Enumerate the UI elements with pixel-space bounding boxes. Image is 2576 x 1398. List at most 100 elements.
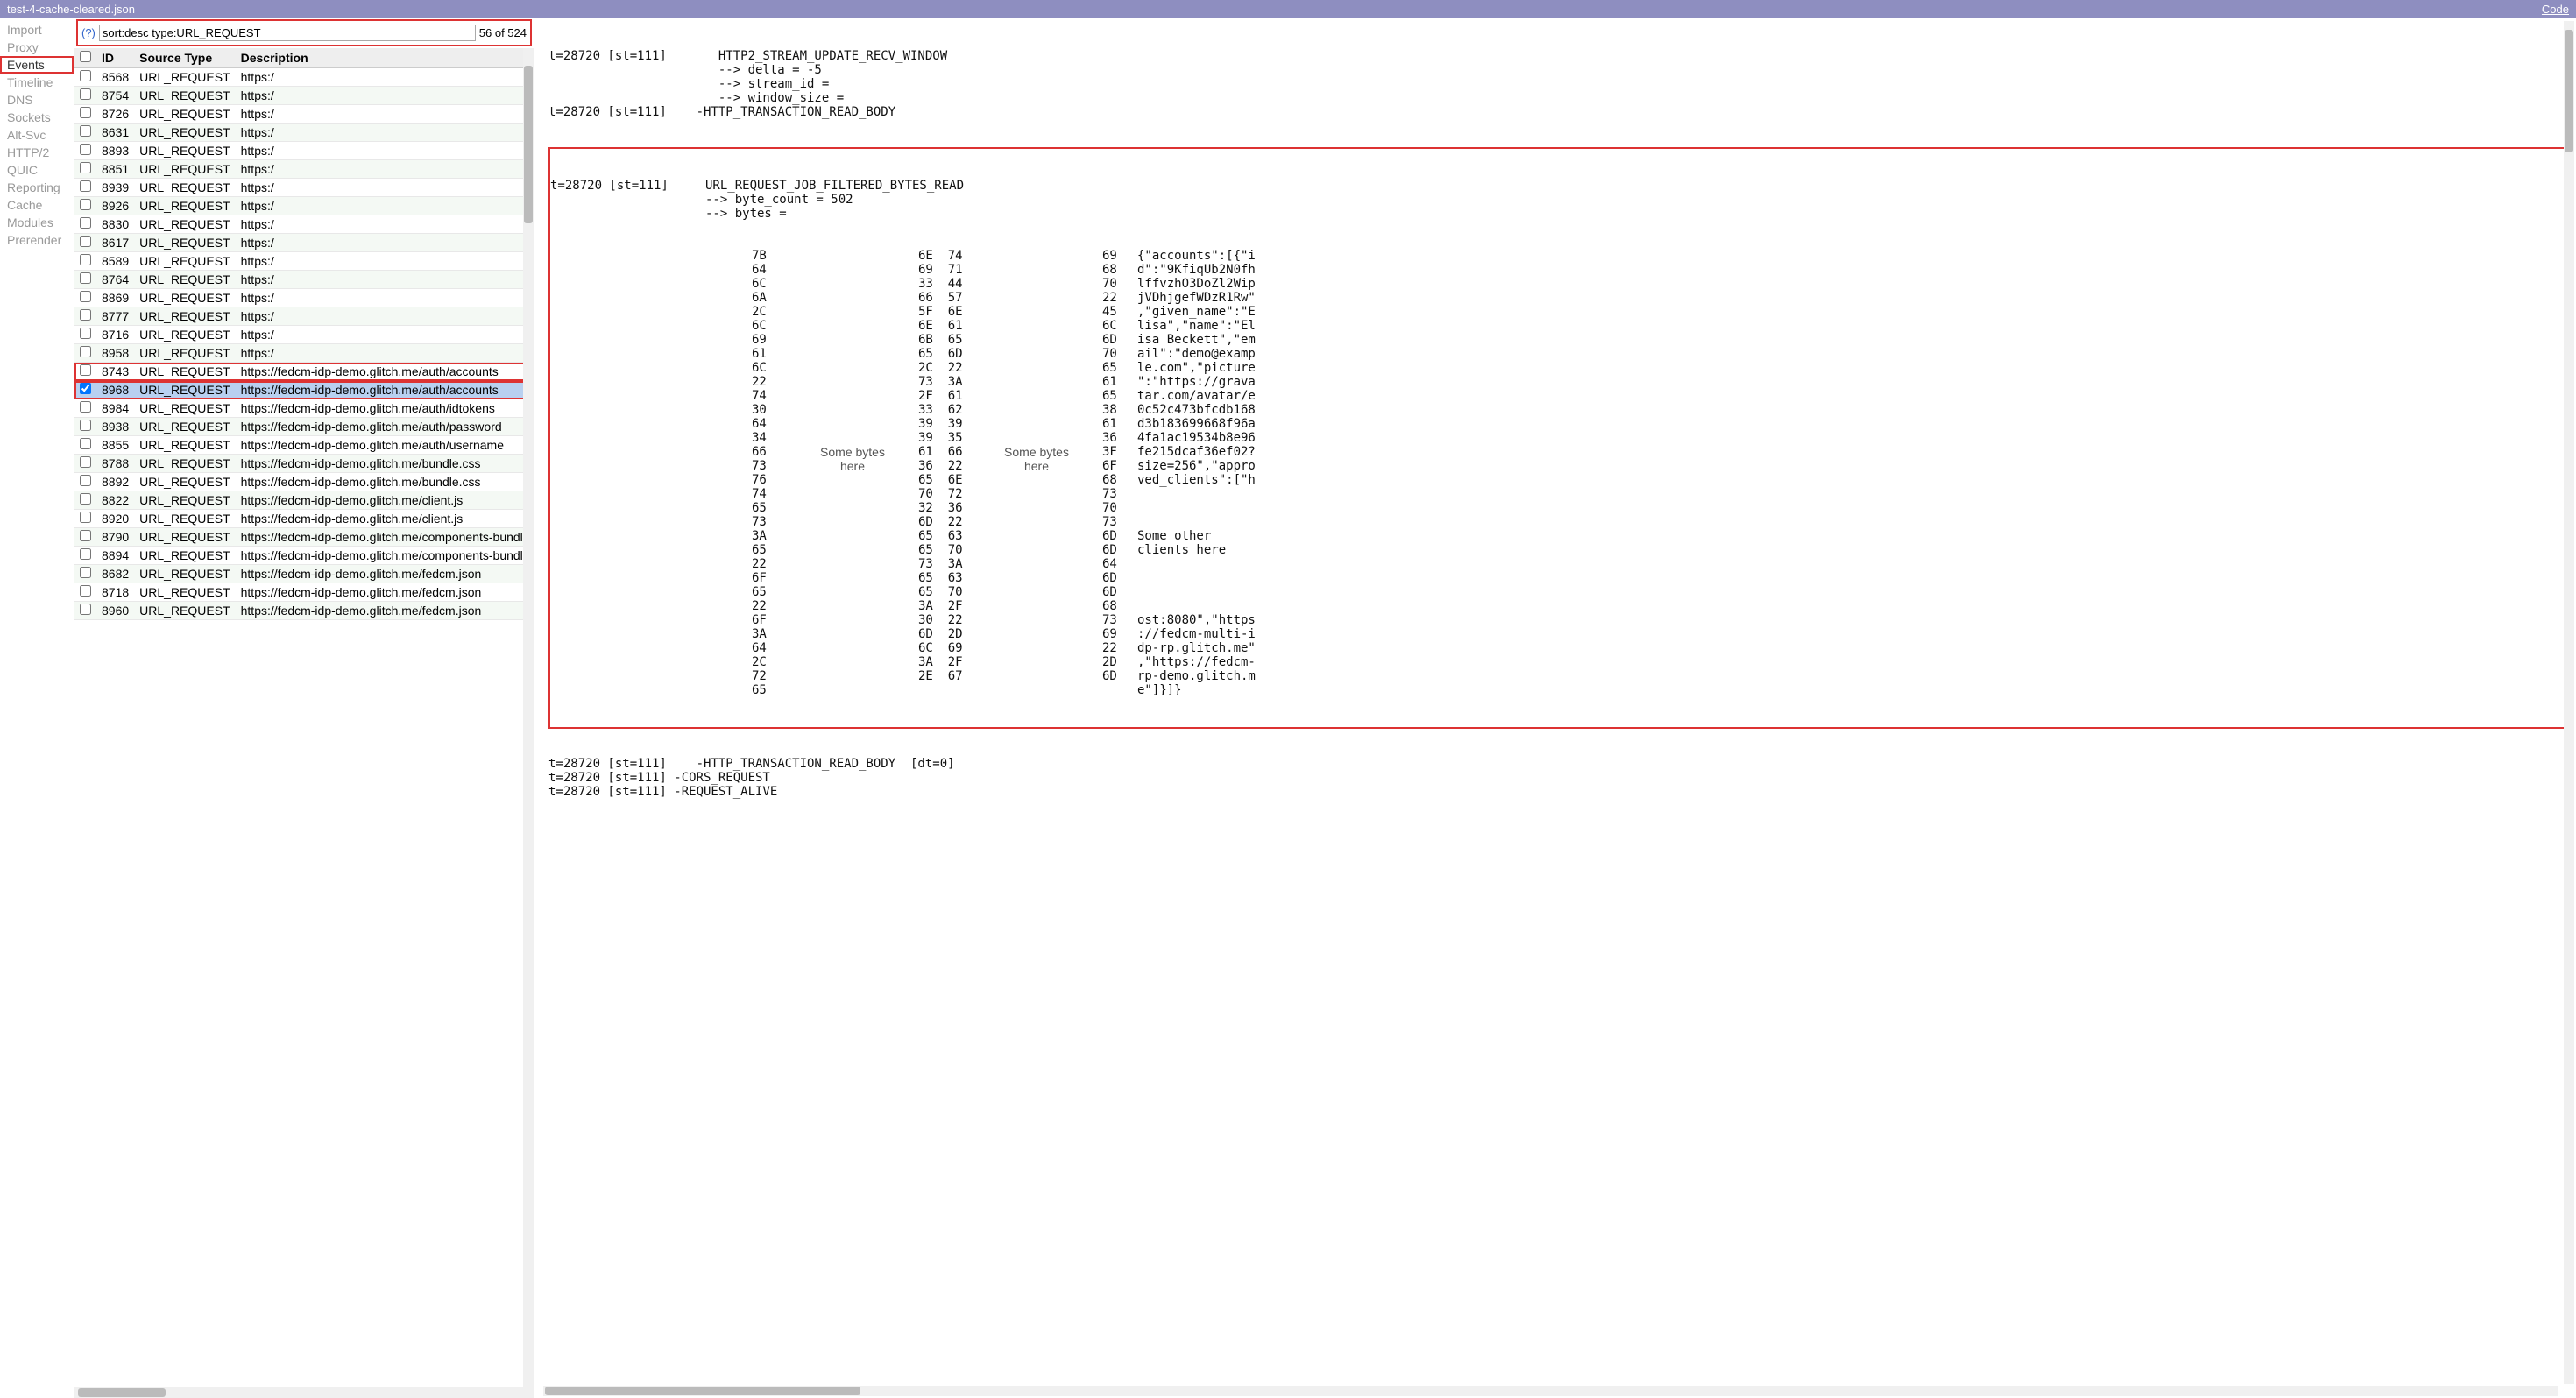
table-row[interactable]: 8894URL_REQUESThttps://fedcm-idp-demo.gl… bbox=[74, 547, 534, 565]
table-row[interactable]: 8682URL_REQUESThttps://fedcm-idp-demo.gl… bbox=[74, 565, 534, 583]
row-checkbox[interactable] bbox=[80, 401, 91, 413]
col-checkbox[interactable] bbox=[74, 48, 96, 68]
row-checkbox[interactable] bbox=[80, 346, 91, 357]
hex-row: 6469 7168d":"9KfiqUb2N0fh bbox=[550, 263, 2565, 277]
row-checkbox[interactable] bbox=[80, 144, 91, 155]
detail-vscroll-thumb[interactable] bbox=[2565, 30, 2573, 152]
row-checkbox[interactable] bbox=[80, 162, 91, 173]
row-checkbox[interactable] bbox=[80, 567, 91, 578]
row-checkbox[interactable] bbox=[80, 125, 91, 137]
table-row[interactable]: 8589URL_REQUESThttps:/ bbox=[74, 252, 534, 271]
row-desc: https://fedcm-idp-demo.glitch.me/auth/pa… bbox=[236, 418, 534, 436]
row-id: 8682 bbox=[96, 565, 134, 583]
table-row[interactable]: 8920URL_REQUESThttps://fedcm-idp-demo.gl… bbox=[74, 510, 534, 528]
sidebar-item-reporting[interactable]: Reporting bbox=[0, 179, 74, 196]
col-source-type[interactable]: Source Type bbox=[134, 48, 235, 68]
sidebar-item-modules[interactable]: Modules bbox=[0, 214, 74, 231]
table-row[interactable]: 8617URL_REQUESThttps:/ bbox=[74, 234, 534, 252]
table-row[interactable]: 8851URL_REQUESThttps:/ bbox=[74, 160, 534, 179]
table-row[interactable]: 8764URL_REQUESThttps:/ bbox=[74, 271, 534, 289]
table-row[interactable]: 8855URL_REQUESThttps://fedcm-idp-demo.gl… bbox=[74, 436, 534, 455]
vscroll-thumb[interactable] bbox=[524, 66, 533, 223]
table-row[interactable]: 8822URL_REQUESThttps://fedcm-idp-demo.gl… bbox=[74, 491, 534, 510]
row-checkbox[interactable] bbox=[80, 456, 91, 468]
table-row[interactable]: 8938URL_REQUESThttps://fedcm-idp-demo.gl… bbox=[74, 418, 534, 436]
row-checkbox[interactable] bbox=[80, 199, 91, 210]
table-row[interactable]: 8939URL_REQUESThttps:/ bbox=[74, 179, 534, 197]
row-checkbox[interactable] bbox=[80, 328, 91, 339]
table-row[interactable]: 8790URL_REQUESThttps://fedcm-idp-demo.gl… bbox=[74, 528, 534, 547]
table-row[interactable]: 8716URL_REQUESThttps:/ bbox=[74, 326, 534, 344]
row-checkbox[interactable] bbox=[80, 475, 91, 486]
sidebar-item-timeline[interactable]: Timeline bbox=[0, 74, 74, 91]
sidebar-item-http2[interactable]: HTTP/2 bbox=[0, 144, 74, 161]
table-row[interactable]: 8631URL_REQUESThttps:/ bbox=[74, 124, 534, 142]
row-checkbox[interactable] bbox=[80, 585, 91, 597]
sidebar-item-sockets[interactable]: Sockets bbox=[0, 109, 74, 126]
detail-vscroll[interactable] bbox=[2564, 21, 2574, 1384]
sidebar-item-import[interactable]: Import bbox=[0, 21, 74, 39]
row-checkbox[interactable] bbox=[80, 512, 91, 523]
table-row[interactable]: 8960URL_REQUESThttps://fedcm-idp-demo.gl… bbox=[74, 602, 534, 620]
hscrollbar[interactable] bbox=[74, 1387, 534, 1398]
row-checkbox[interactable] bbox=[80, 254, 91, 265]
row-checkbox[interactable] bbox=[80, 383, 91, 394]
row-checkbox[interactable] bbox=[80, 548, 91, 560]
row-id: 8938 bbox=[96, 418, 134, 436]
table-row[interactable]: 8718URL_REQUESThttps://fedcm-idp-demo.gl… bbox=[74, 583, 534, 602]
select-all-checkbox[interactable] bbox=[80, 51, 91, 62]
table-row[interactable]: 8743URL_REQUESThttps://fedcm-idp-demo.gl… bbox=[74, 363, 534, 381]
row-checkbox[interactable] bbox=[80, 70, 91, 81]
table-row[interactable]: 8984URL_REQUESThttps://fedcm-idp-demo.gl… bbox=[74, 399, 534, 418]
row-checkbox[interactable] bbox=[80, 88, 91, 100]
col-description[interactable]: Description bbox=[236, 48, 534, 68]
row-id: 8716 bbox=[96, 326, 134, 344]
sidebar-item-events[interactable]: Events bbox=[0, 56, 74, 74]
col-id[interactable]: ID bbox=[96, 48, 134, 68]
table-row[interactable]: 8830URL_REQUESThttps:/ bbox=[74, 215, 534, 234]
row-checkbox[interactable] bbox=[80, 493, 91, 505]
row-checkbox[interactable] bbox=[80, 272, 91, 284]
table-row[interactable]: 8788URL_REQUESThttps://fedcm-idp-demo.gl… bbox=[74, 455, 534, 473]
row-checkbox[interactable] bbox=[80, 438, 91, 449]
table-row[interactable]: 8968URL_REQUESThttps://fedcm-idp-demo.gl… bbox=[74, 381, 534, 399]
table-row[interactable]: 8958URL_REQUESThttps:/ bbox=[74, 344, 534, 363]
events-table: ID Source Type Description 8568URL_REQUE… bbox=[74, 48, 534, 620]
table-row[interactable]: 8869URL_REQUESThttps:/ bbox=[74, 289, 534, 307]
table-row[interactable]: 8777URL_REQUESThttps:/ bbox=[74, 307, 534, 326]
row-checkbox[interactable] bbox=[80, 364, 91, 376]
row-desc: https://fedcm-idp-demo.glitch.me/compone… bbox=[236, 528, 534, 547]
row-checkbox[interactable] bbox=[80, 309, 91, 321]
sidebar-item-cache[interactable]: Cache bbox=[0, 196, 74, 214]
row-checkbox[interactable] bbox=[80, 604, 91, 615]
vscrollbar[interactable] bbox=[523, 48, 534, 1387]
help-icon[interactable]: (?) bbox=[81, 26, 96, 39]
detail-hscroll-thumb[interactable] bbox=[545, 1387, 860, 1395]
row-checkbox[interactable] bbox=[80, 107, 91, 118]
row-id: 8984 bbox=[96, 399, 134, 418]
table-row[interactable]: 8926URL_REQUESThttps:/ bbox=[74, 197, 534, 215]
table-row[interactable]: 8568URL_REQUESThttps:/ bbox=[74, 68, 534, 87]
row-checkbox[interactable] bbox=[80, 530, 91, 541]
detail-hscroll[interactable] bbox=[543, 1386, 2558, 1396]
row-checkbox[interactable] bbox=[80, 236, 91, 247]
row-checkbox[interactable] bbox=[80, 217, 91, 229]
sidebar-item-prerender[interactable]: Prerender bbox=[0, 231, 74, 249]
sidebar-item-proxy[interactable]: Proxy bbox=[0, 39, 74, 56]
sidebar-item-quic[interactable]: QUIC bbox=[0, 161, 74, 179]
code-link[interactable]: Code bbox=[2542, 3, 2569, 16]
table-row[interactable]: 8754URL_REQUESThttps:/ bbox=[74, 87, 534, 105]
hex-row: 3439 35364fa1ac19534b8e96 bbox=[550, 431, 2565, 445]
row-checkbox[interactable] bbox=[80, 180, 91, 192]
row-checkbox[interactable] bbox=[80, 420, 91, 431]
table-row[interactable]: 8893URL_REQUESThttps:/ bbox=[74, 142, 534, 160]
table-row[interactable]: 8892URL_REQUESThttps://fedcm-idp-demo.gl… bbox=[74, 473, 534, 491]
row-checkbox[interactable] bbox=[80, 291, 91, 302]
sidebar-item-dns[interactable]: DNS bbox=[0, 91, 74, 109]
row-desc: https://fedcm-idp-demo.glitch.me/auth/id… bbox=[236, 399, 534, 418]
hscroll-thumb[interactable] bbox=[78, 1388, 166, 1397]
sidebar-item-altsvc[interactable]: Alt-Svc bbox=[0, 126, 74, 144]
filter-input[interactable] bbox=[99, 25, 476, 41]
table-row[interactable]: 8726URL_REQUESThttps:/ bbox=[74, 105, 534, 124]
row-desc: https:/ bbox=[236, 197, 534, 215]
